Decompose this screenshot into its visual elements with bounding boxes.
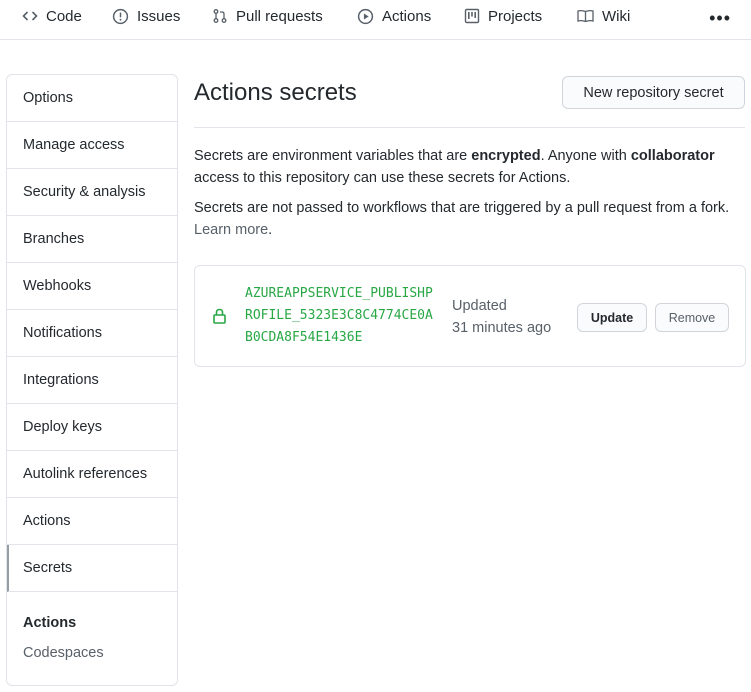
fork-note: Secrets are not passed to workflows that…	[194, 197, 734, 241]
desc-text: access to this repository can use these …	[194, 170, 571, 186]
sidebar-item-branches[interactable]: Branches	[7, 216, 177, 263]
tab-code[interactable]: Code	[22, 0, 82, 32]
page-title: Actions secrets	[194, 79, 357, 106]
sidebar-item-options[interactable]: Options	[7, 75, 177, 122]
issue-icon	[112, 8, 129, 24]
update-secret-button[interactable]: Update	[577, 303, 647, 332]
updated-label: Updated	[452, 298, 507, 314]
sidebar-item-security-analysis[interactable]: Security & analysis	[7, 169, 177, 216]
tab-pull-requests[interactable]: Pull requests	[212, 0, 323, 32]
learn-more-link[interactable]: Learn more	[194, 222, 268, 238]
fork-note-text: Secrets are not passed to workflows that…	[194, 200, 730, 216]
tab-projects-label: Projects	[488, 7, 543, 25]
sidebar-item-autolink-references[interactable]: Autolink references	[7, 451, 177, 498]
sidebar-item-codespaces[interactable]: Codespaces	[23, 645, 104, 661]
desc-bold-collaborator: collaborator	[630, 148, 715, 164]
tab-wiki-label: Wiki	[602, 7, 631, 25]
tab-wiki[interactable]: Wiki	[577, 0, 630, 32]
sidebar-item-integrations[interactable]: Integrations	[7, 357, 177, 404]
tab-issues[interactable]: Issues	[112, 0, 180, 32]
secret-list-item: AZUREAPPSERVICE_PUBLISHPROFILE_5323E3C8C…	[194, 265, 746, 367]
book-icon	[577, 9, 594, 23]
new-repository-secret-button[interactable]: New repository secret	[562, 76, 745, 109]
sidebar-item-secrets[interactable]: Secrets	[7, 545, 177, 592]
sidebar-item-manage-access[interactable]: Manage access	[7, 122, 177, 169]
more-menu-button[interactable]: •••	[709, 8, 731, 29]
secret-updated: Updated 31 minutes ago	[452, 295, 551, 339]
sidebar-item-deploy-keys[interactable]: Deploy keys	[7, 404, 177, 451]
tab-issues-label: Issues	[137, 7, 181, 25]
tab-code-label: Code	[46, 7, 82, 25]
settings-sidebar: Options Manage access Security & analysi…	[6, 74, 178, 686]
tab-projects[interactable]: Projects	[464, 0, 542, 32]
secret-name: AZUREAPPSERVICE_PUBLISHPROFILE_5323E3C8C…	[245, 286, 433, 345]
updated-time: 31 minutes ago	[452, 320, 552, 336]
tab-actions-label: Actions	[382, 7, 432, 25]
sidebar-item-webhooks[interactable]: Webhooks	[7, 263, 177, 310]
lock-icon	[213, 308, 226, 324]
secrets-description: Secrets are environment variables that a…	[194, 145, 734, 189]
desc-text: . Anyone with	[540, 148, 631, 164]
project-icon	[464, 8, 480, 24]
sidebar-section-heading: Actions	[23, 615, 77, 631]
repo-nav: Code Issues Pull requests Actions Projec…	[0, 0, 751, 40]
remove-secret-button[interactable]: Remove	[655, 303, 729, 332]
code-icon	[22, 11, 38, 21]
pull-request-icon	[213, 9, 227, 23]
desc-bold-encrypted: encrypted	[471, 148, 541, 164]
tab-pull-requests-label: Pull requests	[236, 7, 323, 25]
divider	[194, 127, 745, 128]
sidebar-item-actions[interactable]: Actions	[7, 498, 177, 545]
play-icon	[357, 8, 374, 24]
tab-actions[interactable]: Actions	[357, 0, 431, 32]
fork-note-text: .	[268, 222, 273, 238]
sidebar-item-notifications[interactable]: Notifications	[7, 310, 177, 357]
desc-text: Secrets are environment variables that a…	[194, 148, 472, 164]
